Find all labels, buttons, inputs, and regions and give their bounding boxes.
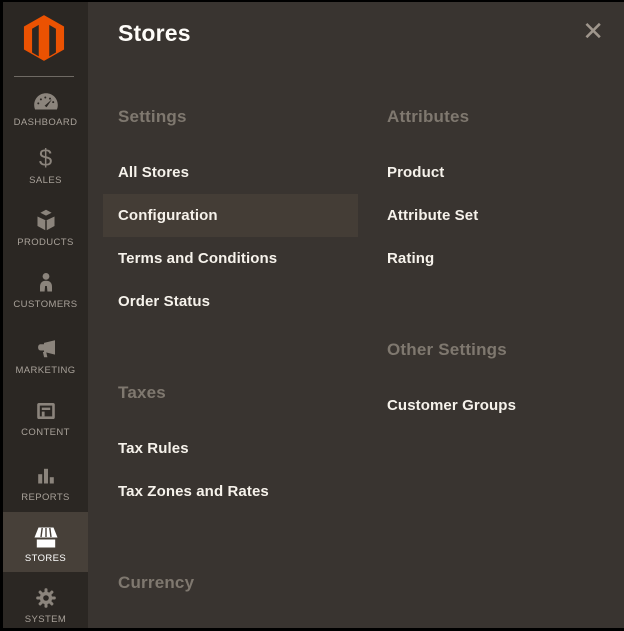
dollar-icon: $ — [3, 146, 88, 172]
sidebar-divider — [14, 76, 74, 77]
menu-section-other-settings: Other SettingsCustomer Groups — [387, 340, 624, 427]
sidebar-item-label: STORES — [3, 553, 88, 564]
sidebar-item-label: SYSTEM — [3, 614, 88, 625]
menu-section-currency: CurrencyCurrency Rates — [118, 573, 390, 628]
menu-item-terms-and-conditions[interactable]: Terms and Conditions — [103, 237, 358, 280]
sidebar-item-label: REPORTS — [3, 492, 88, 503]
menu-section-settings: SettingsAll StoresConfigurationTerms and… — [118, 107, 390, 323]
sidebar-item-label: SALES — [3, 175, 88, 186]
menu-item-product[interactable]: Product — [372, 151, 624, 194]
sidebar-item-label: CUSTOMERS — [3, 299, 88, 310]
menu-item-attribute-set[interactable]: Attribute Set — [372, 194, 624, 237]
menu-item-currency-rates[interactable]: Currency Rates — [103, 617, 358, 628]
flyout-column-left: SettingsAll StoresConfigurationTerms and… — [118, 2, 390, 628]
storefront-icon — [3, 524, 88, 550]
magento-logo-icon[interactable] — [23, 14, 65, 62]
sidebar-item-marketing[interactable]: MARKETING — [3, 332, 88, 376]
gauge-icon — [3, 88, 88, 114]
gear-icon — [3, 585, 88, 611]
sidebar-item-label: CONTENT — [3, 427, 88, 438]
section-title-currency: Currency — [118, 573, 390, 593]
sidebar-item-products[interactable]: PRODUCTS — [3, 204, 88, 248]
sidebar-item-content[interactable]: CONTENT — [3, 394, 88, 438]
flyout-column-right: AttributesProductAttribute SetRating Othe… — [387, 2, 624, 427]
section-title-settings: Settings — [118, 107, 390, 127]
stores-flyout-menu: Stores ✕ SettingsAll StoresConfiguration… — [88, 2, 624, 628]
sidebar-item-label: MARKETING — [3, 365, 88, 376]
megaphone-icon — [3, 336, 88, 362]
menu-item-order-status[interactable]: Order Status — [103, 280, 358, 323]
bar-chart-icon — [3, 463, 88, 489]
menu-item-tax-rules[interactable]: Tax Rules — [103, 427, 358, 470]
menu-item-all-stores[interactable]: All Stores — [103, 151, 358, 194]
sidebar-item-label: DASHBOARD — [3, 117, 88, 128]
sidebar-item-sales[interactable]: $ SALES — [3, 142, 88, 186]
menu-item-configuration[interactable]: Configuration — [103, 194, 358, 237]
sidebar-item-stores[interactable]: STORES — [3, 512, 88, 572]
section-title-other-settings: Other Settings — [387, 340, 624, 360]
box-icon — [3, 208, 88, 234]
magento-admin-screen: DASHBOARD $ SALES PRODUCTS CUSTOMERS MARKETIN… — [3, 2, 624, 628]
sidebar-item-system[interactable]: SYSTEM — [3, 581, 88, 625]
menu-item-rating[interactable]: Rating — [372, 237, 624, 280]
layout-icon — [3, 398, 88, 424]
person-icon — [3, 270, 88, 296]
admin-sidebar: DASHBOARD $ SALES PRODUCTS CUSTOMERS MARKETIN… — [3, 2, 88, 628]
section-title-attributes: Attributes — [387, 107, 624, 127]
section-title-taxes: Taxes — [118, 383, 390, 403]
sidebar-item-dashboard[interactable]: DASHBOARD — [3, 84, 88, 128]
menu-section-taxes: TaxesTax RulesTax Zones and Rates — [118, 383, 390, 513]
sidebar-item-customers[interactable]: CUSTOMERS — [3, 266, 88, 310]
sidebar-item-reports[interactable]: REPORTS — [3, 459, 88, 503]
menu-item-tax-zones-and-rates[interactable]: Tax Zones and Rates — [103, 470, 358, 513]
menu-item-customer-groups[interactable]: Customer Groups — [372, 384, 624, 427]
sidebar-item-label: PRODUCTS — [3, 237, 88, 248]
menu-section-attributes: AttributesProductAttribute SetRating — [387, 107, 624, 280]
